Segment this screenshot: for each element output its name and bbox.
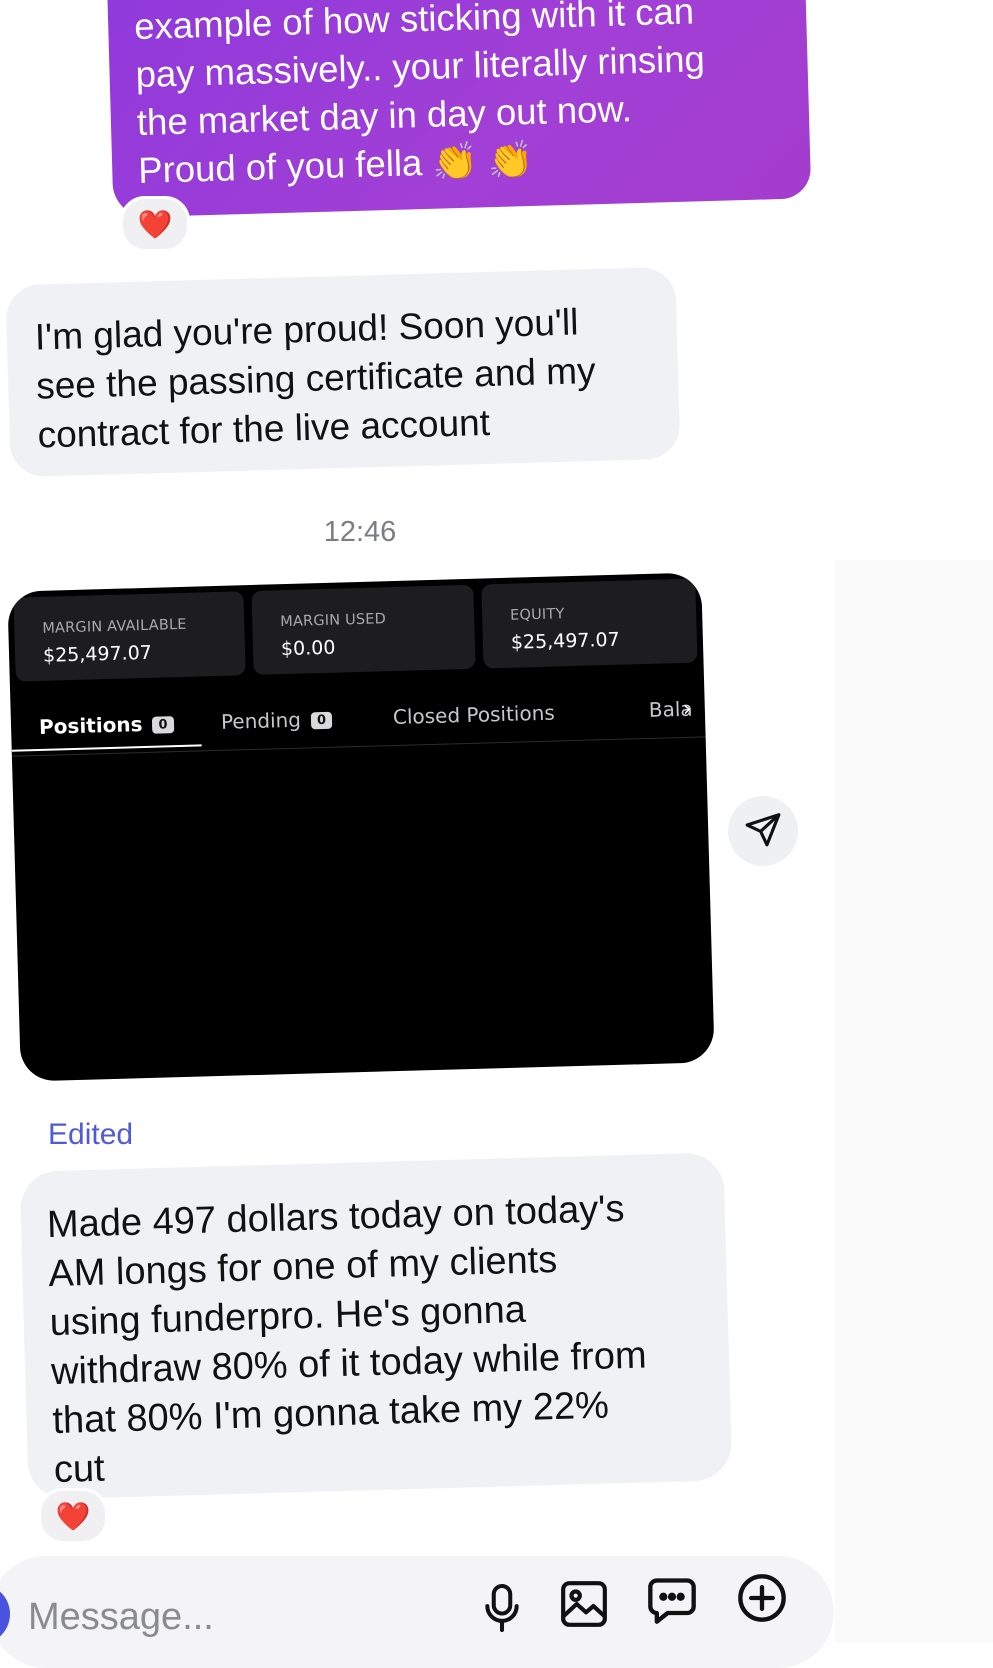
incoming-message-bubble[interactable]: Made 497 dollars today on today's AM lon… xyxy=(19,1152,733,1500)
sticker-button[interactable] xyxy=(644,1574,700,1630)
microphone-button[interactable] xyxy=(474,1582,530,1638)
tab-closed-positions: Closed Positions xyxy=(393,701,555,730)
margin-used-box: MARGIN USED $0.00 xyxy=(251,584,476,675)
count-badge: 0 xyxy=(152,716,174,734)
microphone-icon xyxy=(480,1582,524,1639)
tab-label: Pending xyxy=(220,707,302,734)
heart-reaction[interactable]: ❤️ xyxy=(38,1488,108,1544)
chevron-right-icon: › xyxy=(682,696,693,722)
stat-value: $0.00 xyxy=(280,636,336,661)
gallery-button[interactable] xyxy=(556,1578,612,1634)
image-icon xyxy=(559,1579,609,1634)
margin-available-box: MARGIN AVAILABLE $25,497.07 xyxy=(13,591,246,682)
send-icon xyxy=(744,810,782,853)
message-input[interactable] xyxy=(28,1592,448,1642)
tab-label: Closed Positions xyxy=(392,700,556,730)
add-button[interactable] xyxy=(734,1572,790,1628)
heart-icon: ❤️ xyxy=(137,208,173,240)
edited-label: Edited xyxy=(48,1118,134,1151)
heart-icon: ❤️ xyxy=(55,1500,91,1532)
incoming-message-bubble[interactable]: I'm glad you're proud! Soon you'll see t… xyxy=(5,266,681,478)
stat-label: MARGIN USED xyxy=(280,611,387,631)
count-badge: 0 xyxy=(310,711,333,730)
plus-circle-icon xyxy=(736,1572,788,1629)
shared-screenshot[interactable]: MARGIN AVAILABLE $25,497.07 MARGIN USED … xyxy=(7,572,715,1082)
stat-label: EQUITY xyxy=(509,606,565,624)
equity-box: EQUITY $25,497.07 xyxy=(481,578,698,669)
share-button[interactable] xyxy=(728,796,798,866)
stat-value: $25,497.07 xyxy=(510,628,620,654)
stat-value: $25,497.07 xyxy=(42,641,153,667)
chat-bubble-icon xyxy=(646,1574,698,1631)
tab-label: Positions xyxy=(38,712,143,739)
heart-reaction[interactable]: ❤️ xyxy=(120,196,190,252)
tab-pending: Pending 0 xyxy=(221,707,333,734)
stat-label: MARGIN AVAILABLE xyxy=(42,616,187,637)
tab-positions: Positions 0 xyxy=(39,711,174,739)
message-timestamp: 12:46 xyxy=(323,516,397,548)
side-pane xyxy=(835,560,993,1643)
outgoing-message-bubble[interactable]: example of how sticking with it can pay … xyxy=(106,0,812,218)
